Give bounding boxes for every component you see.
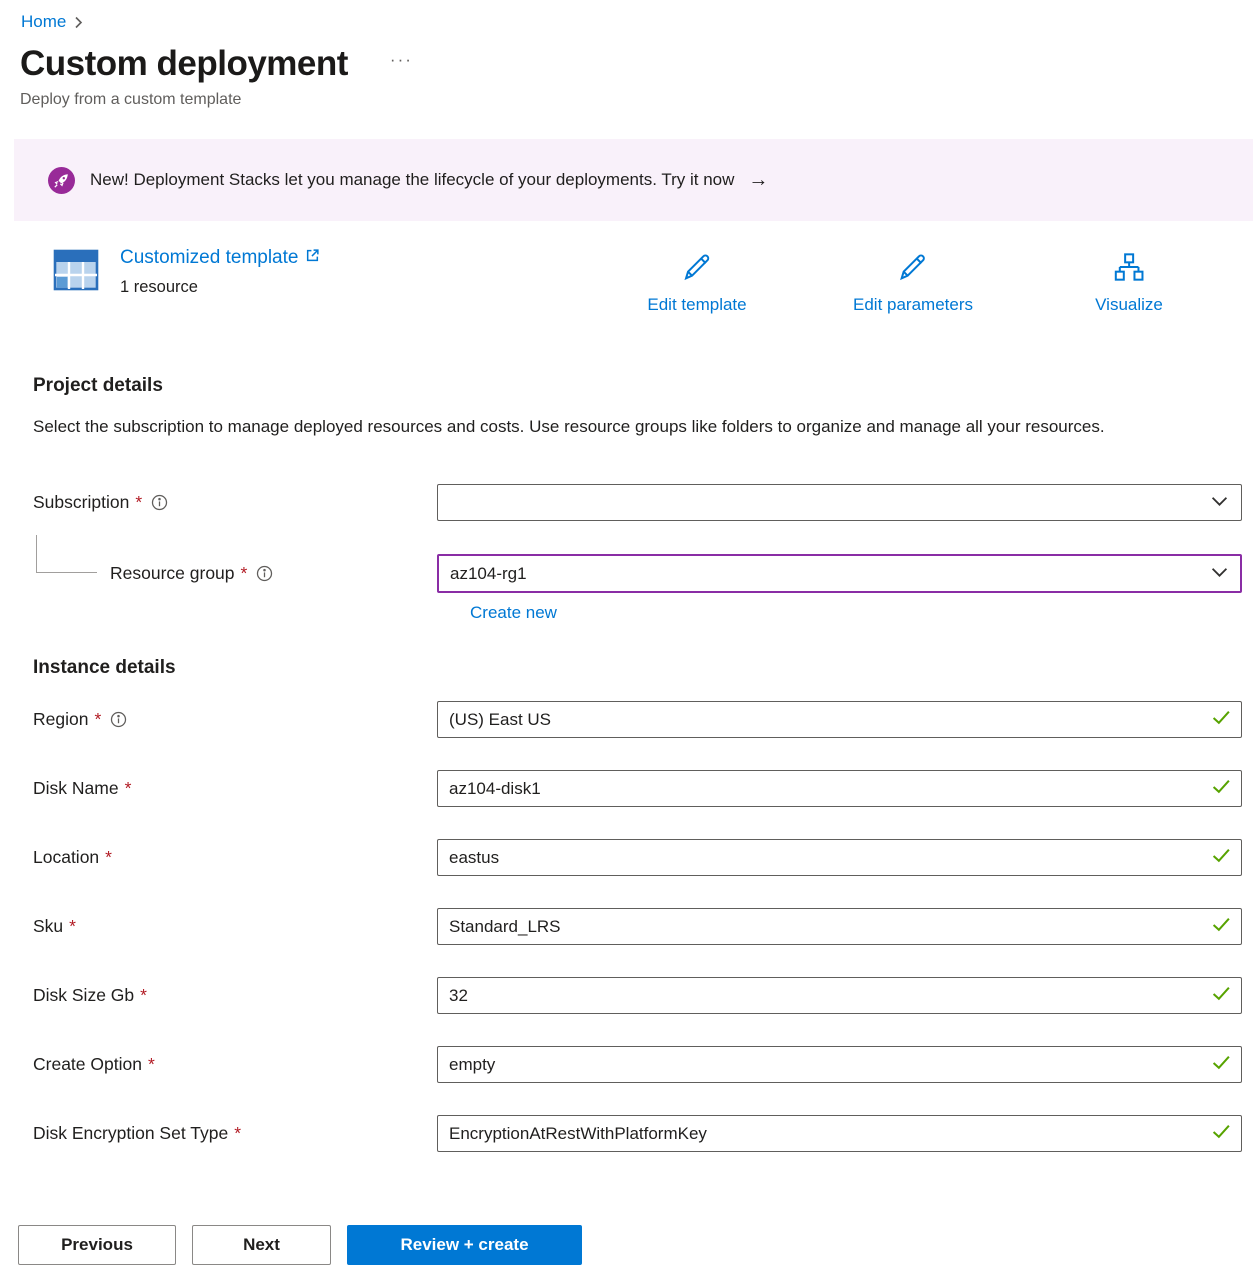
edit-template-label: Edit template bbox=[647, 295, 746, 315]
resource-group-label: Resource group bbox=[110, 563, 235, 584]
required-asterisk: * bbox=[94, 709, 101, 730]
visualize-label: Visualize bbox=[1095, 295, 1163, 315]
location-input[interactable] bbox=[437, 839, 1242, 876]
hierarchy-connector-line bbox=[36, 535, 97, 573]
disk-name-label: Disk Name bbox=[33, 778, 119, 799]
required-asterisk: * bbox=[125, 778, 132, 799]
pencil-icon bbox=[681, 251, 713, 288]
sku-label: Sku bbox=[33, 916, 63, 937]
edit-template-button[interactable]: Edit template bbox=[647, 251, 746, 315]
edit-parameters-label: Edit parameters bbox=[853, 295, 973, 315]
template-name: Customized template bbox=[120, 247, 298, 269]
subscription-row: Subscription * bbox=[0, 484, 1242, 521]
create-new-link[interactable]: Create new bbox=[470, 603, 557, 623]
breadcrumb-home-link[interactable]: Home bbox=[21, 12, 66, 32]
breadcrumb-chevron-icon bbox=[74, 16, 83, 29]
required-asterisk: * bbox=[148, 1054, 155, 1075]
review-create-button[interactable]: Review + create bbox=[347, 1225, 582, 1265]
sku-field[interactable] bbox=[437, 908, 1242, 945]
disk-name-label-group: Disk Name * bbox=[0, 778, 437, 799]
custom-deployment-page: Home Custom deployment ··· Deploy from a… bbox=[0, 0, 1253, 1280]
info-icon[interactable] bbox=[256, 565, 273, 582]
required-asterisk: * bbox=[69, 916, 76, 937]
arrow-right-icon[interactable]: → bbox=[748, 169, 768, 192]
title-row: Custom deployment ··· bbox=[20, 44, 1253, 84]
create-option-label: Create Option bbox=[33, 1054, 142, 1075]
sku-label-group: Sku * bbox=[0, 916, 437, 937]
sku-input[interactable] bbox=[437, 908, 1242, 945]
create-option-label-group: Create Option * bbox=[0, 1054, 437, 1075]
disk-size-input[interactable] bbox=[437, 977, 1242, 1014]
required-asterisk: * bbox=[105, 847, 112, 868]
required-asterisk: * bbox=[135, 492, 142, 513]
sku-row: Sku * bbox=[0, 908, 1242, 945]
disk-encryption-set-type-row: Disk Encryption Set Type * bbox=[0, 1115, 1242, 1152]
external-link-icon bbox=[305, 247, 320, 269]
disk-encryption-label-group: Disk Encryption Set Type * bbox=[0, 1123, 437, 1144]
breadcrumb: Home bbox=[0, 0, 1253, 32]
disk-name-input[interactable] bbox=[437, 770, 1242, 807]
previous-button[interactable]: Previous bbox=[18, 1225, 176, 1265]
template-icon bbox=[52, 247, 100, 298]
create-option-field[interactable] bbox=[437, 1046, 1242, 1083]
subscription-label: Subscription bbox=[33, 492, 129, 513]
create-option-input[interactable] bbox=[437, 1046, 1242, 1083]
resource-group-input[interactable] bbox=[437, 554, 1242, 593]
template-summary: Customized template 1 resource Edit temp… bbox=[0, 245, 1253, 341]
subscription-input[interactable] bbox=[437, 484, 1242, 521]
required-asterisk: * bbox=[234, 1123, 241, 1144]
edit-parameters-button[interactable]: Edit parameters bbox=[853, 251, 973, 315]
region-input[interactable] bbox=[437, 701, 1242, 738]
location-field[interactable] bbox=[437, 839, 1242, 876]
wizard-footer: Previous Next Review + create bbox=[0, 1210, 1253, 1280]
region-row: Region * bbox=[0, 701, 1242, 738]
instance-details-heading: Instance details bbox=[33, 657, 1253, 679]
location-label: Location bbox=[33, 847, 99, 868]
deployment-stacks-banner[interactable]: New! Deployment Stacks let you manage th… bbox=[14, 139, 1253, 221]
disk-encryption-label: Disk Encryption Set Type bbox=[33, 1123, 228, 1144]
subscription-dropdown[interactable] bbox=[437, 484, 1242, 521]
region-label: Region bbox=[33, 709, 88, 730]
disk-encryption-field[interactable] bbox=[437, 1115, 1242, 1152]
subscription-label-group: Subscription * bbox=[0, 492, 437, 513]
resource-group-dropdown[interactable] bbox=[437, 554, 1242, 593]
disk-size-label-group: Disk Size Gb * bbox=[0, 985, 437, 1006]
project-details-heading: Project details bbox=[33, 375, 1253, 397]
banner-text: New! Deployment Stacks let you manage th… bbox=[90, 170, 734, 190]
required-asterisk: * bbox=[140, 985, 147, 1006]
create-option-row: Create Option * bbox=[0, 1046, 1242, 1083]
pencil-icon bbox=[897, 251, 929, 288]
customized-template-link[interactable]: Customized template bbox=[120, 247, 320, 269]
region-label-group: Region * bbox=[0, 709, 437, 730]
disk-name-row: Disk Name * bbox=[0, 770, 1242, 807]
visualize-button[interactable]: Visualize bbox=[1095, 251, 1163, 315]
page-title: Custom deployment bbox=[20, 44, 348, 84]
resource-count: 1 resource bbox=[120, 278, 320, 297]
page-subtitle: Deploy from a custom template bbox=[20, 91, 1253, 109]
hierarchy-icon bbox=[1113, 251, 1145, 288]
more-options-button[interactable]: ··· bbox=[390, 50, 413, 70]
rocket-icon bbox=[48, 167, 75, 194]
resource-group-row: Resource group * bbox=[0, 554, 1242, 593]
location-row: Location * bbox=[0, 839, 1242, 876]
info-icon[interactable] bbox=[151, 494, 168, 511]
location-label-group: Location * bbox=[0, 847, 437, 868]
disk-size-field[interactable] bbox=[437, 977, 1242, 1014]
required-asterisk: * bbox=[241, 563, 248, 584]
template-info: Customized template 1 resource bbox=[120, 247, 320, 297]
region-field[interactable] bbox=[437, 701, 1242, 738]
disk-size-label: Disk Size Gb bbox=[33, 985, 134, 1006]
disk-name-field[interactable] bbox=[437, 770, 1242, 807]
next-button[interactable]: Next bbox=[192, 1225, 331, 1265]
project-details-description: Select the subscription to manage deploy… bbox=[33, 411, 1183, 442]
disk-size-row: Disk Size Gb * bbox=[0, 977, 1242, 1014]
info-icon[interactable] bbox=[110, 711, 127, 728]
disk-encryption-input[interactable] bbox=[437, 1115, 1242, 1152]
